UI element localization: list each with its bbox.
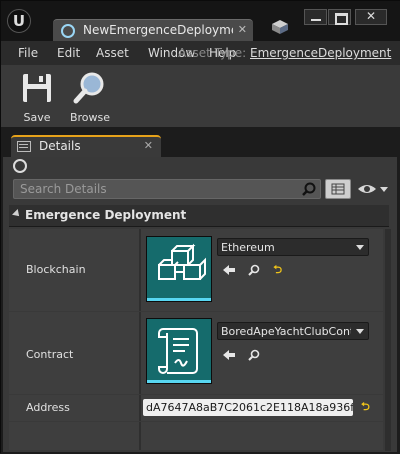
blockchain-thumbnail[interactable] [146, 236, 212, 302]
object-icon [13, 159, 27, 173]
details-dock: Details ✕ Search Details Emergence Deplo… [1, 127, 400, 454]
menu-asset[interactable]: Asset [96, 46, 129, 60]
dropdown-arrow-icon [356, 245, 364, 250]
asset-icon [61, 24, 75, 38]
close-tab-icon[interactable]: ✕ [144, 139, 153, 152]
address-row: Address dA7647A8aB7C2061c2E118A18a936f13… [9, 395, 383, 421]
contract-label: Contract [26, 348, 74, 361]
details-tab[interactable]: Details ✕ [11, 135, 161, 157]
cube-icon [272, 20, 288, 34]
address-field[interactable]: dA7647A8aB7C2061c2E118A18a936f13D [143, 399, 353, 416]
empty-row [9, 422, 383, 450]
menu-bar: File Edit Asset Window Help Asset Type: … [1, 41, 400, 65]
browse-icon [73, 72, 104, 104]
save-button[interactable]: Save [13, 71, 61, 124]
blockchain-label: Blockchain [26, 263, 86, 276]
column-divider[interactable] [139, 312, 141, 394]
close-window-button[interactable]: ✕ [355, 9, 387, 25]
unreal-logo-icon: U [7, 9, 31, 33]
browse-search-icon[interactable] [248, 346, 260, 365]
category-header[interactable]: Emergence Deployment [9, 205, 389, 227]
document-tab-label: NewEmergenceDeployment [83, 23, 233, 37]
details-icon [17, 141, 31, 152]
dropdown-arrow-icon [356, 329, 364, 334]
contract-combo[interactable]: BoredApeYachtClubContract [217, 322, 369, 340]
blockchain-asset-actions: ⮌ [223, 260, 290, 276]
scroll-icon [158, 328, 198, 374]
collapse-arrow-icon [12, 209, 22, 219]
asset-type-label: Asset Type: [178, 46, 247, 60]
reset-to-default-icon[interactable]: ⮌ [361, 398, 370, 417]
document-tab[interactable]: NewEmergenceDeployment ✕ [53, 19, 253, 41]
asset-editor-window: U NewEmergenceDeployment ✕ ✕ File Edit A… [0, 0, 400, 454]
save-label: Save [23, 111, 51, 124]
close-icon: ✕ [365, 9, 377, 23]
search-icon[interactable] [302, 182, 316, 196]
column-divider [139, 422, 141, 450]
toolbar: Save Browse [1, 65, 400, 127]
grid-icon [331, 183, 345, 195]
use-selected-arrow-icon[interactable] [223, 261, 235, 280]
blockchain-row: Blockchain Ethereum ⮌ [9, 229, 383, 311]
address-label: Address [26, 401, 70, 414]
blockchain-value: Ethereum [221, 241, 275, 254]
maximize-button[interactable] [328, 9, 351, 25]
asset-type-link[interactable]: EmergenceDeployment [250, 46, 391, 60]
column-divider[interactable] [139, 229, 141, 311]
property-matrix-button[interactable] [325, 179, 351, 199]
menu-file[interactable]: File [18, 46, 38, 60]
details-tab-label: Details [39, 139, 81, 153]
blocks-icon [158, 243, 206, 280]
contract-value: BoredApeYachtClubContract [221, 325, 351, 338]
scrollbar[interactable] [385, 229, 391, 451]
title-bar[interactable]: U NewEmergenceDeployment ✕ ✕ [1, 1, 400, 41]
contract-asset-actions [223, 345, 268, 361]
contract-thumbnail[interactable] [146, 318, 212, 384]
view-options-eye-icon[interactable] [357, 182, 389, 196]
close-tab-icon[interactable]: ✕ [238, 23, 247, 36]
search-box [13, 179, 321, 199]
menu-edit[interactable]: Edit [57, 46, 80, 60]
category-label: Emergence Deployment [25, 208, 187, 222]
column-divider[interactable] [139, 395, 141, 421]
use-selected-arrow-icon[interactable] [223, 346, 235, 365]
browse-search-icon[interactable] [248, 261, 260, 280]
blockchain-combo[interactable]: Ethereum [217, 238, 369, 256]
save-icon [23, 74, 51, 102]
browse-button[interactable]: Browse [65, 71, 115, 124]
reset-to-default-icon[interactable]: ⮌ [273, 261, 282, 280]
browse-label: Browse [69, 111, 111, 124]
details-panel: Emergence Deployment Blockchain [3, 157, 397, 452]
contract-row: Contract BoredApeYachtClubCon [9, 312, 383, 394]
search-input[interactable] [14, 180, 294, 198]
minimize-button[interactable] [304, 9, 327, 25]
